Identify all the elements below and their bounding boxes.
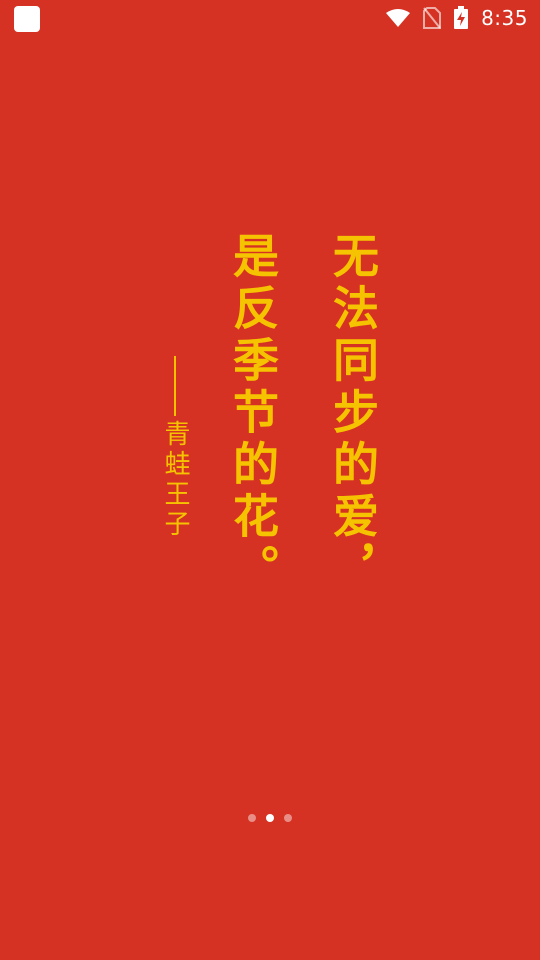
app-square-icon (14, 6, 40, 32)
status-time: 8:35 (481, 6, 528, 30)
no-sim-icon (423, 7, 442, 29)
author-dash (174, 356, 176, 416)
author-name: 青蛙王子 (160, 420, 190, 540)
page-indicator (0, 814, 540, 822)
page-dot[interactable] (284, 814, 292, 822)
page-dot[interactable] (248, 814, 256, 822)
poem-line-1: 无法同步的爱， (326, 232, 380, 596)
wifi-icon (385, 8, 411, 28)
status-icons: 8:35 (385, 4, 528, 32)
page-dot-active[interactable] (266, 814, 274, 822)
battery-charging-icon (453, 6, 469, 30)
author-block: 青蛙王子 (160, 356, 190, 540)
status-bar: 8:35 (0, 0, 540, 36)
poem-line-2: 是反季节的花。 (226, 232, 280, 596)
